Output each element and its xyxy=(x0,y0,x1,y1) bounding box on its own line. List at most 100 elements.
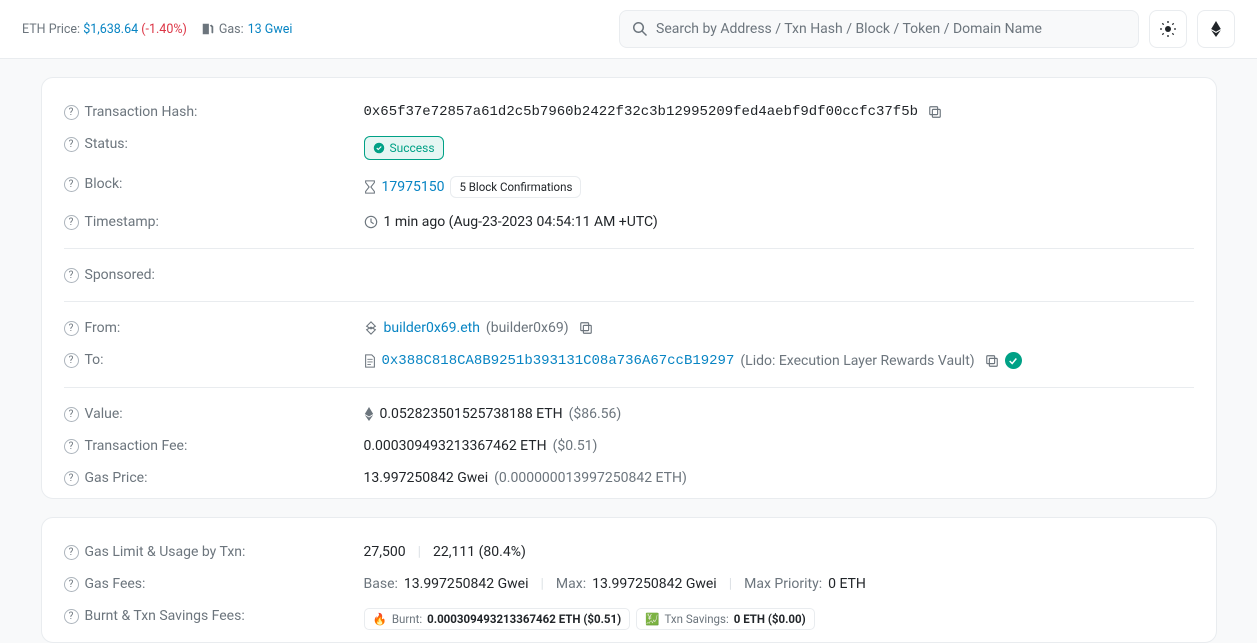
savings-tag: 💹 Txn Savings: 0 ETH ($0.00) xyxy=(636,608,815,630)
gas-label: Gas: xyxy=(219,22,244,37)
row-fee: ? Transaction Fee: 0.000309493213367462 E… xyxy=(42,430,1216,462)
status-badge: Success xyxy=(364,136,444,160)
gasprice-label: Gas Price: xyxy=(85,470,148,486)
contract-icon xyxy=(364,354,376,368)
savings-tag-label: Txn Savings: xyxy=(665,612,729,626)
divider xyxy=(64,248,1194,249)
help-icon[interactable]: ? xyxy=(64,321,79,336)
topbar-right xyxy=(619,10,1235,48)
gas-group: Gas: 13 Gwei xyxy=(201,22,293,37)
ens-icon xyxy=(364,321,378,335)
maxprio-value: 0 ETH xyxy=(828,576,866,592)
row-txhash: ? Transaction Hash: 0x65f37e72857a61d2c5b… xyxy=(42,96,1216,128)
row-status: ? Status: Success xyxy=(42,128,1216,168)
copy-icon[interactable] xyxy=(579,321,593,335)
copy-icon[interactable] xyxy=(928,105,942,119)
row-sponsored: ? Sponsored: xyxy=(42,259,1216,291)
base-value: 13.997250842 Gwei xyxy=(404,576,529,592)
search-icon xyxy=(632,21,648,37)
txhash-value: 0x65f37e72857a61d2c5b7960b2422f32c3b1299… xyxy=(364,104,919,120)
to-link[interactable]: 0x388C818CA8B9251b393131C08a736A67ccB192… xyxy=(382,353,735,369)
hourglass-icon xyxy=(364,180,376,194)
status-label: Status: xyxy=(85,136,128,152)
help-icon[interactable]: ? xyxy=(64,177,79,192)
sun-icon xyxy=(1160,21,1176,37)
help-icon[interactable]: ? xyxy=(64,215,79,230)
row-gasprice: ?Gas Price: 13.997250842 Gwei (0.0000000… xyxy=(42,462,1216,494)
eth-price-link[interactable]: $1,638.64 xyxy=(83,22,138,37)
row-burnt: ? Burnt & Txn Savings Fees: 🔥 Burnt: 0.00… xyxy=(42,600,1216,638)
verified-icon xyxy=(1005,352,1022,369)
pipe-divider: | xyxy=(541,576,544,592)
block-label: Block: xyxy=(85,176,123,192)
pipe-divider: | xyxy=(418,544,421,560)
fire-icon: 🔥 xyxy=(373,612,387,626)
gas-card: ? Gas Limit & Usage by Txn: 27,500 | 22,1… xyxy=(41,517,1217,643)
clock-icon xyxy=(364,215,378,229)
value-label: Value: xyxy=(85,406,123,422)
topbar-left: ETH Price: $1,638.64 (-1.40%) Gas: 13 Gw… xyxy=(22,22,292,37)
savings-tag-value: 0 ETH ($0.00) xyxy=(734,612,806,626)
help-icon[interactable]: ? xyxy=(64,268,79,283)
gasprice-eth: (0.000000013997250842 ETH) xyxy=(494,470,687,486)
gasfees-label: Gas Fees: xyxy=(85,576,146,592)
row-gaslimit: ? Gas Limit & Usage by Txn: 27,500 | 22,1… xyxy=(42,536,1216,568)
timestamp-label: Timestamp: xyxy=(85,214,159,230)
check-circle-icon xyxy=(373,142,385,154)
ethereum-network-button[interactable] xyxy=(1197,10,1235,48)
help-icon[interactable]: ? xyxy=(64,609,79,624)
fee-usd: ($0.51) xyxy=(553,438,598,454)
help-icon[interactable]: ? xyxy=(64,137,79,152)
sponsored-label: Sponsored: xyxy=(85,267,155,283)
gas-value-link[interactable]: 13 Gwei xyxy=(248,22,293,37)
status-value: Success xyxy=(390,141,435,155)
row-to: ? To: 0x388C818CA8B9251b393131C08a736A67c… xyxy=(42,344,1216,377)
from-link[interactable]: builder0x69.eth xyxy=(384,320,480,336)
transaction-card: ? Transaction Hash: 0x65f37e72857a61d2c5b… xyxy=(41,77,1217,499)
row-value: ?Value: 0.052823501525738188 ETH ($86.56… xyxy=(42,398,1216,430)
maxprio-label: Max Priority: xyxy=(744,576,822,592)
to-label: To: xyxy=(85,352,104,368)
row-timestamp: ? Timestamp: 1 min ago (Aug-23-2023 04:54… xyxy=(42,206,1216,238)
eth-price-label: ETH Price: xyxy=(22,22,80,37)
value-usd: ($86.56) xyxy=(569,406,622,422)
from-tag: (builder0x69) xyxy=(486,320,569,336)
gaslimit-label: Gas Limit & Usage by Txn: xyxy=(85,544,246,560)
help-icon[interactable]: ? xyxy=(64,545,79,560)
fee-eth: 0.000309493213367462 ETH xyxy=(364,438,547,454)
help-icon[interactable]: ? xyxy=(64,353,79,368)
to-tag: (Lido: Execution Layer Rewards Vault) xyxy=(740,353,974,369)
row-block: ? Block: 17975150 5 Block Confirmations xyxy=(42,168,1216,206)
help-icon[interactable]: ? xyxy=(64,577,79,592)
burnt-tag-value: 0.000309493213367462 ETH ($0.51) xyxy=(427,612,621,626)
help-icon[interactable]: ? xyxy=(64,407,79,422)
search-box[interactable] xyxy=(619,10,1139,48)
topbar: ETH Price: $1,638.64 (-1.40%) Gas: 13 Gw… xyxy=(0,0,1257,59)
ethereum-icon xyxy=(364,407,374,421)
search-input[interactable] xyxy=(656,21,1126,37)
row-from: ? From: builder0x69.eth (builder0x69) xyxy=(42,312,1216,344)
burnt-label: Burnt & Txn Savings Fees: xyxy=(85,608,245,624)
burnt-tag: 🔥 Burnt: 0.000309493213367462 ETH ($0.51… xyxy=(364,608,631,630)
txhash-label: Transaction Hash: xyxy=(85,104,198,120)
help-icon[interactable]: ? xyxy=(64,105,79,120)
confirmations-badge: 5 Block Confirmations xyxy=(450,176,581,198)
gas-limit-value: 27,500 xyxy=(364,544,406,560)
theme-toggle-button[interactable] xyxy=(1149,10,1187,48)
max-value: 13.997250842 Gwei xyxy=(592,576,717,592)
ethereum-icon xyxy=(1208,21,1224,37)
timestamp-value: 1 min ago (Aug-23-2023 04:54:11 AM +UTC) xyxy=(384,214,658,230)
copy-icon[interactable] xyxy=(985,354,999,368)
from-label: From: xyxy=(85,320,121,336)
pipe-divider: | xyxy=(729,576,732,592)
eth-price-group: ETH Price: $1,638.64 (-1.40%) xyxy=(22,22,187,37)
fee-label: Transaction Fee: xyxy=(85,438,188,454)
help-icon[interactable]: ? xyxy=(64,471,79,486)
help-icon[interactable]: ? xyxy=(64,439,79,454)
gas-usage-value: 22,111 (80.4%) xyxy=(433,544,526,560)
divider xyxy=(64,301,1194,302)
block-link[interactable]: 17975150 xyxy=(382,179,445,195)
savings-icon: 💹 xyxy=(645,612,659,626)
burnt-tag-label: Burnt: xyxy=(392,612,422,626)
divider xyxy=(64,387,1194,388)
